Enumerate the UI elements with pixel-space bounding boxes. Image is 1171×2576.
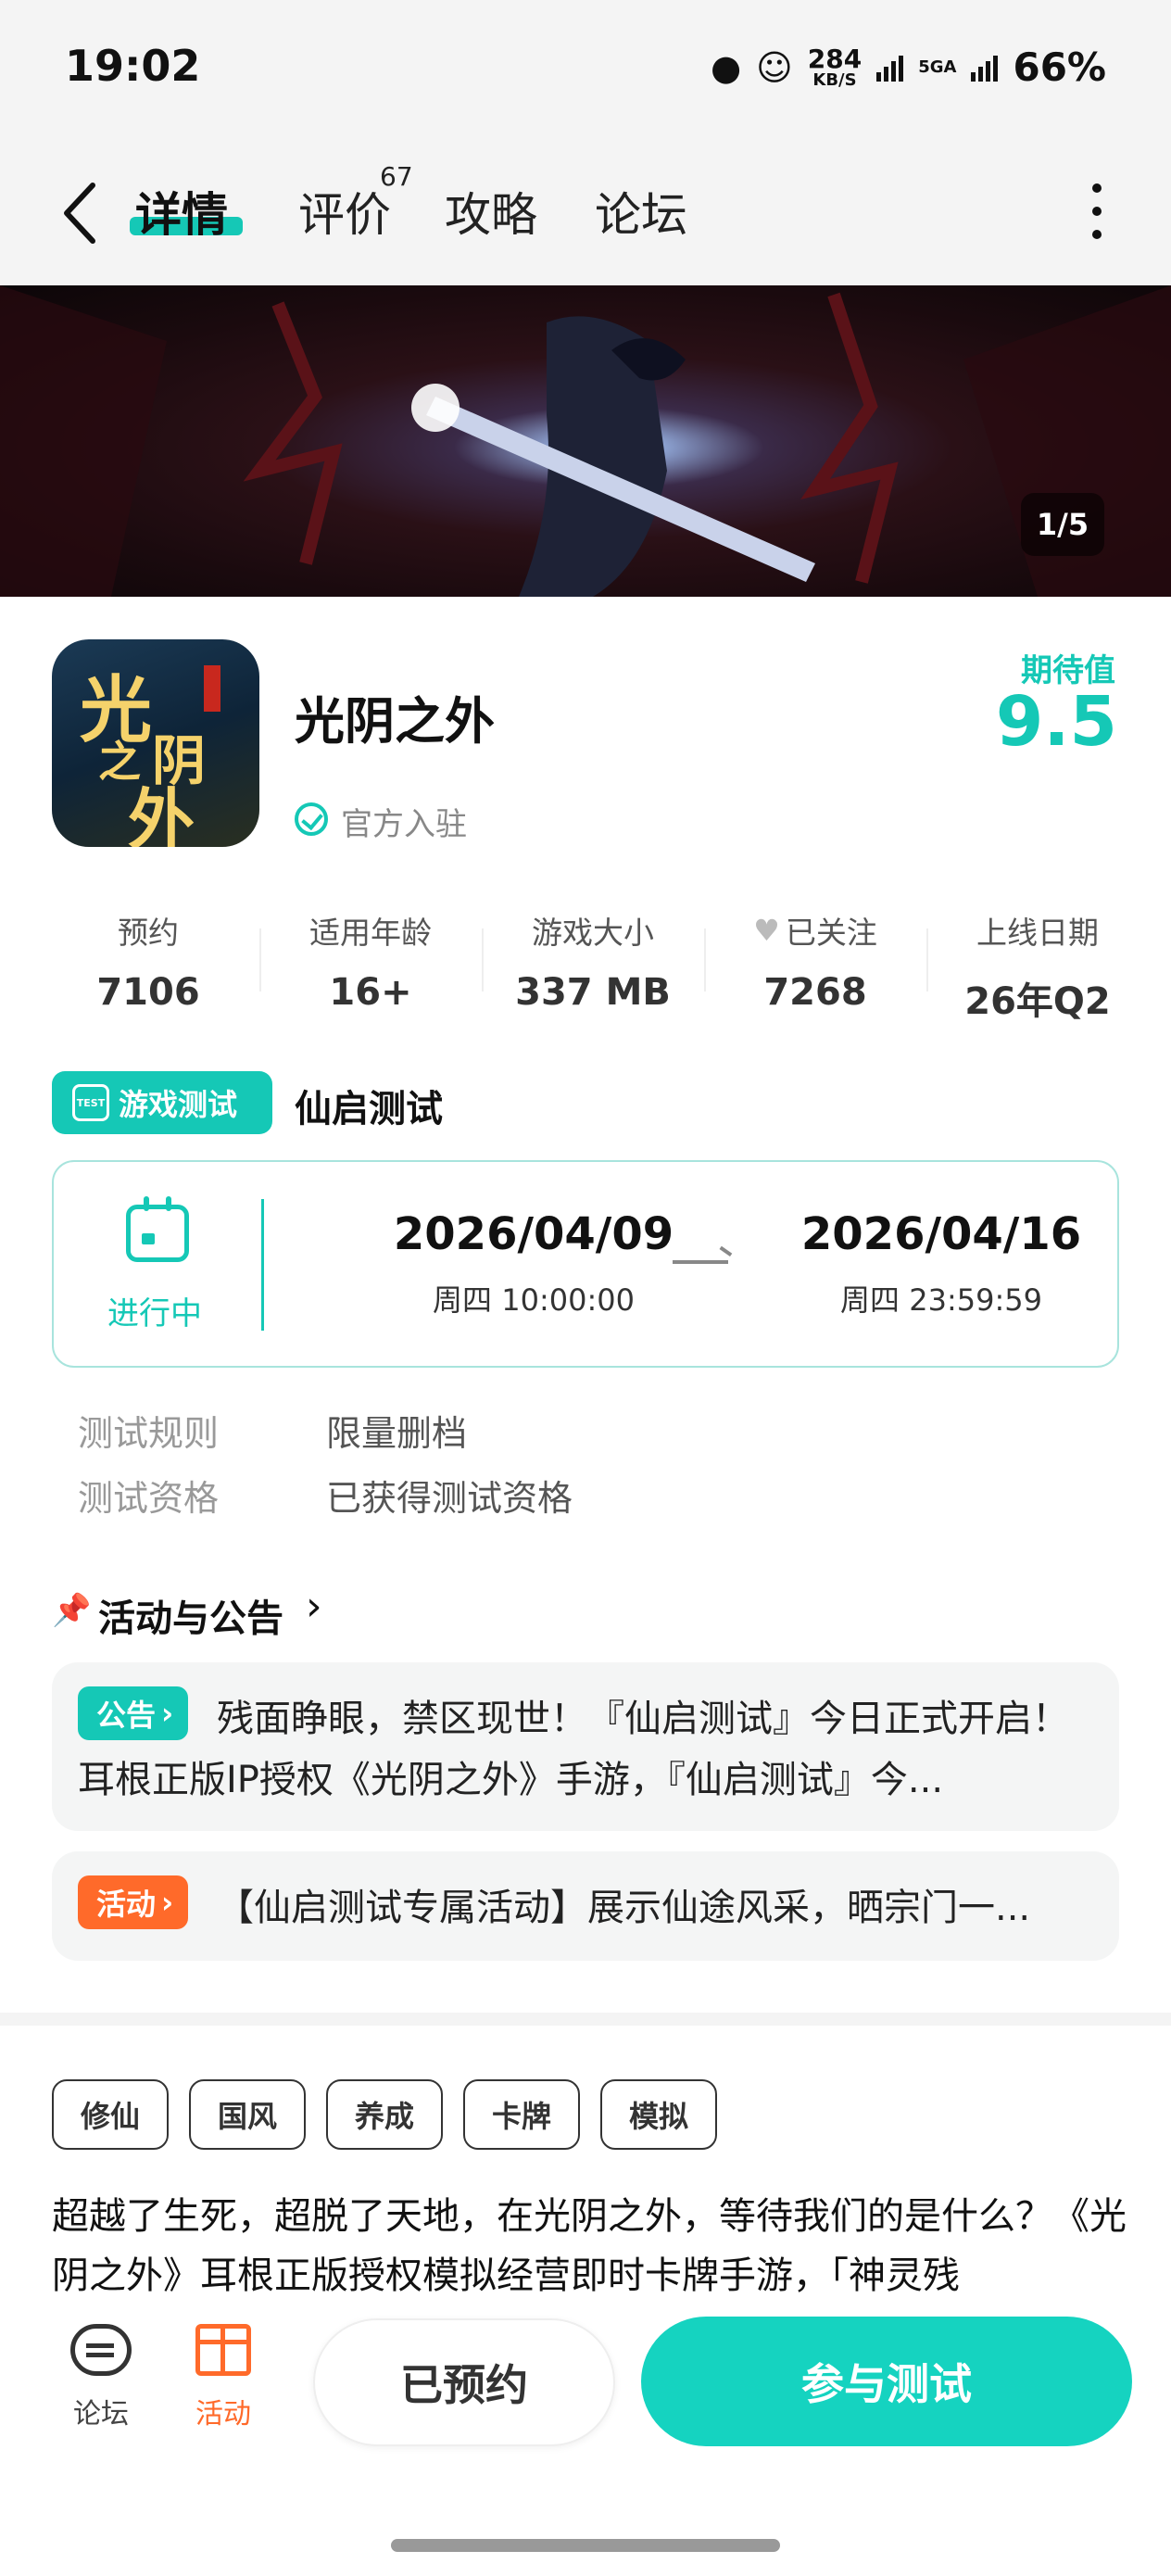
game-icon: 光 之 阴 外 [52,639,259,847]
stat-release-date: 上线日期 26年Q2 [926,908,1149,1023]
status-bar: 19:02 ● ☺ 284 KB/S 5GA 66% [0,0,1171,139]
test-start: 2026/04/09 周四 10:00:00 [393,1208,674,1318]
tag-chip[interactable]: 卡牌 [463,2079,580,2150]
stat-age-rating: 适用年龄 16+ [259,908,482,1014]
status-time: 19:02 [65,41,201,91]
tab-reviews[interactable]: 评价 [298,178,391,245]
app-notification-icon: ☺ [756,46,793,88]
home-indicator[interactable] [391,2539,780,2552]
game-description: 超越了生死，超脱了天地，在光阴之外，等待我们的是什么？《光阴之外》耳根正版授权模… [52,2195,1127,2297]
status-icons: ● ☺ 284 KB/S 5GA 66% [711,44,1106,90]
test-schedule-card: 进行中 2026/04/09 周四 10:00:00 2026/04/16 周四… [52,1160,1119,1368]
verified-check-icon [295,802,328,836]
arrow-right-icon [673,1260,728,1264]
pin-icon: 📌 [52,1592,92,1629]
calendar-icon [126,1196,189,1262]
stat-reservations: 预约 7106 [96,915,200,1014]
tag-chip[interactable]: 国风 [189,2079,306,2150]
announcement-tag: 公告 › [78,1686,189,1740]
network-speed: 284 KB/S [807,43,863,90]
announcement-card[interactable]: 残面睁眼，禁区现世！『仙启测试』今日正式开启！ 耳根正版IP授权《光阴之外》手游… [52,1662,1119,1831]
test-name: 仙启测试 [295,1088,443,1130]
activity-card[interactable]: 【仙启测试专属活动】展示仙途风采，晒宗门一... 活动 › [52,1851,1119,1961]
test-icon: TEST [72,1084,109,1121]
official-label: 官方入驻 [341,806,467,843]
tab-guides[interactable]: 攻略 [445,178,537,245]
bottom-action-bar: 论坛 活动 已预约 参与测试 [0,2307,1171,2474]
game-title: 光阴之外 [295,692,495,751]
chevron-right-icon[interactable]: › [306,1583,322,1630]
activity-text: 【仙启测试专属活动】展示仙途风采，晒宗门一... [217,1887,1031,1929]
reserved-button[interactable]: 已预约 [313,2318,615,2446]
sim2-label: 5GA [918,57,957,77]
tag-chip[interactable]: 修仙 [52,2079,169,2150]
logo-seal [204,665,220,712]
panda-app-icon: ● [710,46,742,88]
activity-button[interactable]: 活动 [172,2324,274,2431]
join-test-button[interactable]: 参与测试 [641,2317,1132,2446]
tag-chip[interactable]: 模拟 [600,2079,717,2150]
stat-followed[interactable]: ♥ 已关注 7268 [704,908,926,1014]
activities-section-title[interactable]: 活动与公告 [98,1588,283,1642]
banner-carousel[interactable]: 1/5 [0,285,1171,597]
banner-page-counter: 1/5 [1021,493,1104,556]
banner-artwork [0,285,1171,597]
forum-button[interactable]: 论坛 [50,2324,152,2431]
expectation-score: 9.5 [995,682,1117,762]
signal-icon-2 [971,54,999,82]
heart-icon: ♥ [753,913,780,948]
top-nav: 详情 评价 67 攻略 论坛 [0,139,1171,285]
gift-icon [195,2324,251,2376]
forum-chat-icon [70,2324,132,2376]
tab-details[interactable]: 详情 [135,178,228,245]
test-status: 进行中 [107,1295,202,1332]
tab-forum[interactable]: 论坛 [595,178,687,245]
chevron-right-icon: › [161,1885,174,1920]
announcement-text: 残面睁眼，禁区现世！『仙启测试』今日正式开启！ 耳根正版IP授权《光阴之外》手游… [78,1698,1069,1801]
chevron-right-icon: › [161,1696,174,1731]
battery-level: 66% [1013,44,1106,90]
test-end: 2026/04/16 周四 23:59:59 [800,1208,1082,1318]
reviews-count-badge: 67 [380,161,413,192]
stat-game-size: 游戏大小 337 MB [482,908,704,1014]
game-stats: 预约 7106 适用年龄 16+ 游戏大小 337 MB ♥ 已关注 7268 上… [37,908,1149,1023]
back-arrow-icon[interactable] [54,176,109,250]
game-test-badge: TEST 游戏测试 [52,1071,272,1134]
tag-chip[interactable]: 养成 [326,2079,443,2150]
more-options-icon[interactable] [1088,183,1106,239]
signal-icon [876,54,904,82]
activity-tag: 活动 › [78,1875,189,1929]
genre-tags: 修仙 国风 养成 卡牌 模拟 [52,2079,717,2150]
